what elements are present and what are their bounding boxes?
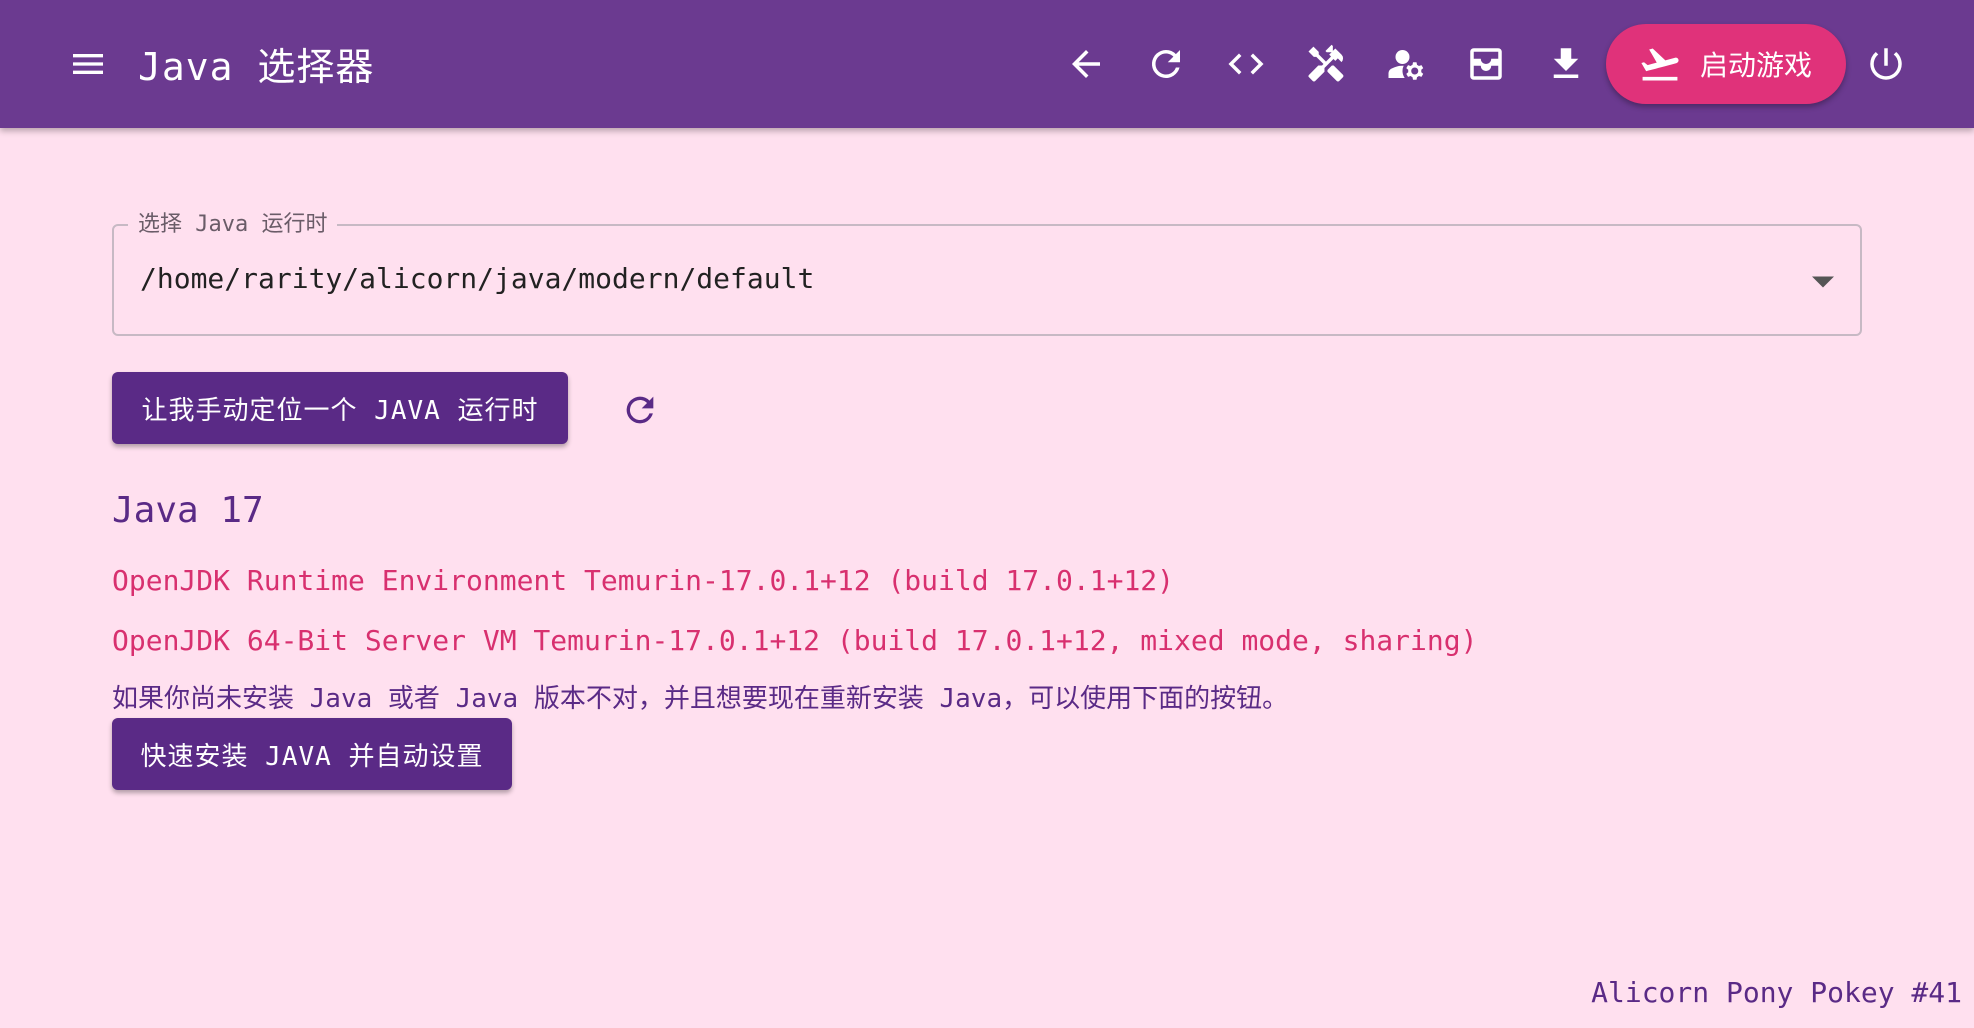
tools-icon[interactable] — [1300, 38, 1352, 90]
page-title: Java 选择器 — [138, 45, 375, 89]
java-version-heading: Java 17 — [112, 490, 264, 531]
download-icon[interactable] — [1540, 38, 1592, 90]
flight-takeoff-icon — [1641, 48, 1679, 81]
install-hint-text: 如果你尚未安装 Java 或者 Java 版本不对，并且想要现在重新安装 Jav… — [112, 684, 1289, 714]
arrow-back-icon[interactable] — [1060, 38, 1112, 90]
version-footer: Alicorn Pony Pokey #41 — [1591, 976, 1962, 1009]
launch-game-label: 启动游戏 — [1700, 49, 1813, 82]
power-icon[interactable] — [1860, 38, 1912, 90]
java-vm-info: OpenJDK 64-Bit Server VM Temurin-17.0.1+… — [112, 624, 1478, 657]
manual-locate-java-button[interactable]: 让我手动定位一个 JAVA 运行时 — [112, 372, 568, 444]
java-runtime-select-value[interactable]: /home/rarity/alicorn/java/modern/default — [140, 262, 814, 295]
menu-icon[interactable] — [60, 40, 116, 88]
java-runtime-select-label: 选择 Java 运行时 — [128, 206, 338, 238]
user-settings-icon[interactable] — [1380, 38, 1432, 90]
inbox-icon[interactable] — [1460, 38, 1512, 90]
dropdown-arrow-icon[interactable] — [1812, 274, 1834, 288]
refresh-icon[interactable] — [1140, 38, 1192, 90]
java-runtime-info: OpenJDK Runtime Environment Temurin-17.0… — [112, 564, 1175, 597]
refresh-java-list-icon[interactable] — [614, 384, 666, 436]
code-icon[interactable] — [1220, 38, 1272, 90]
app-bar: Java 选择器 启动游戏 — [0, 0, 1974, 128]
quick-install-java-button[interactable]: 快速安装 JAVA 并自动设置 — [112, 718, 512, 790]
launch-game-button[interactable]: 启动游戏 — [1606, 24, 1846, 104]
